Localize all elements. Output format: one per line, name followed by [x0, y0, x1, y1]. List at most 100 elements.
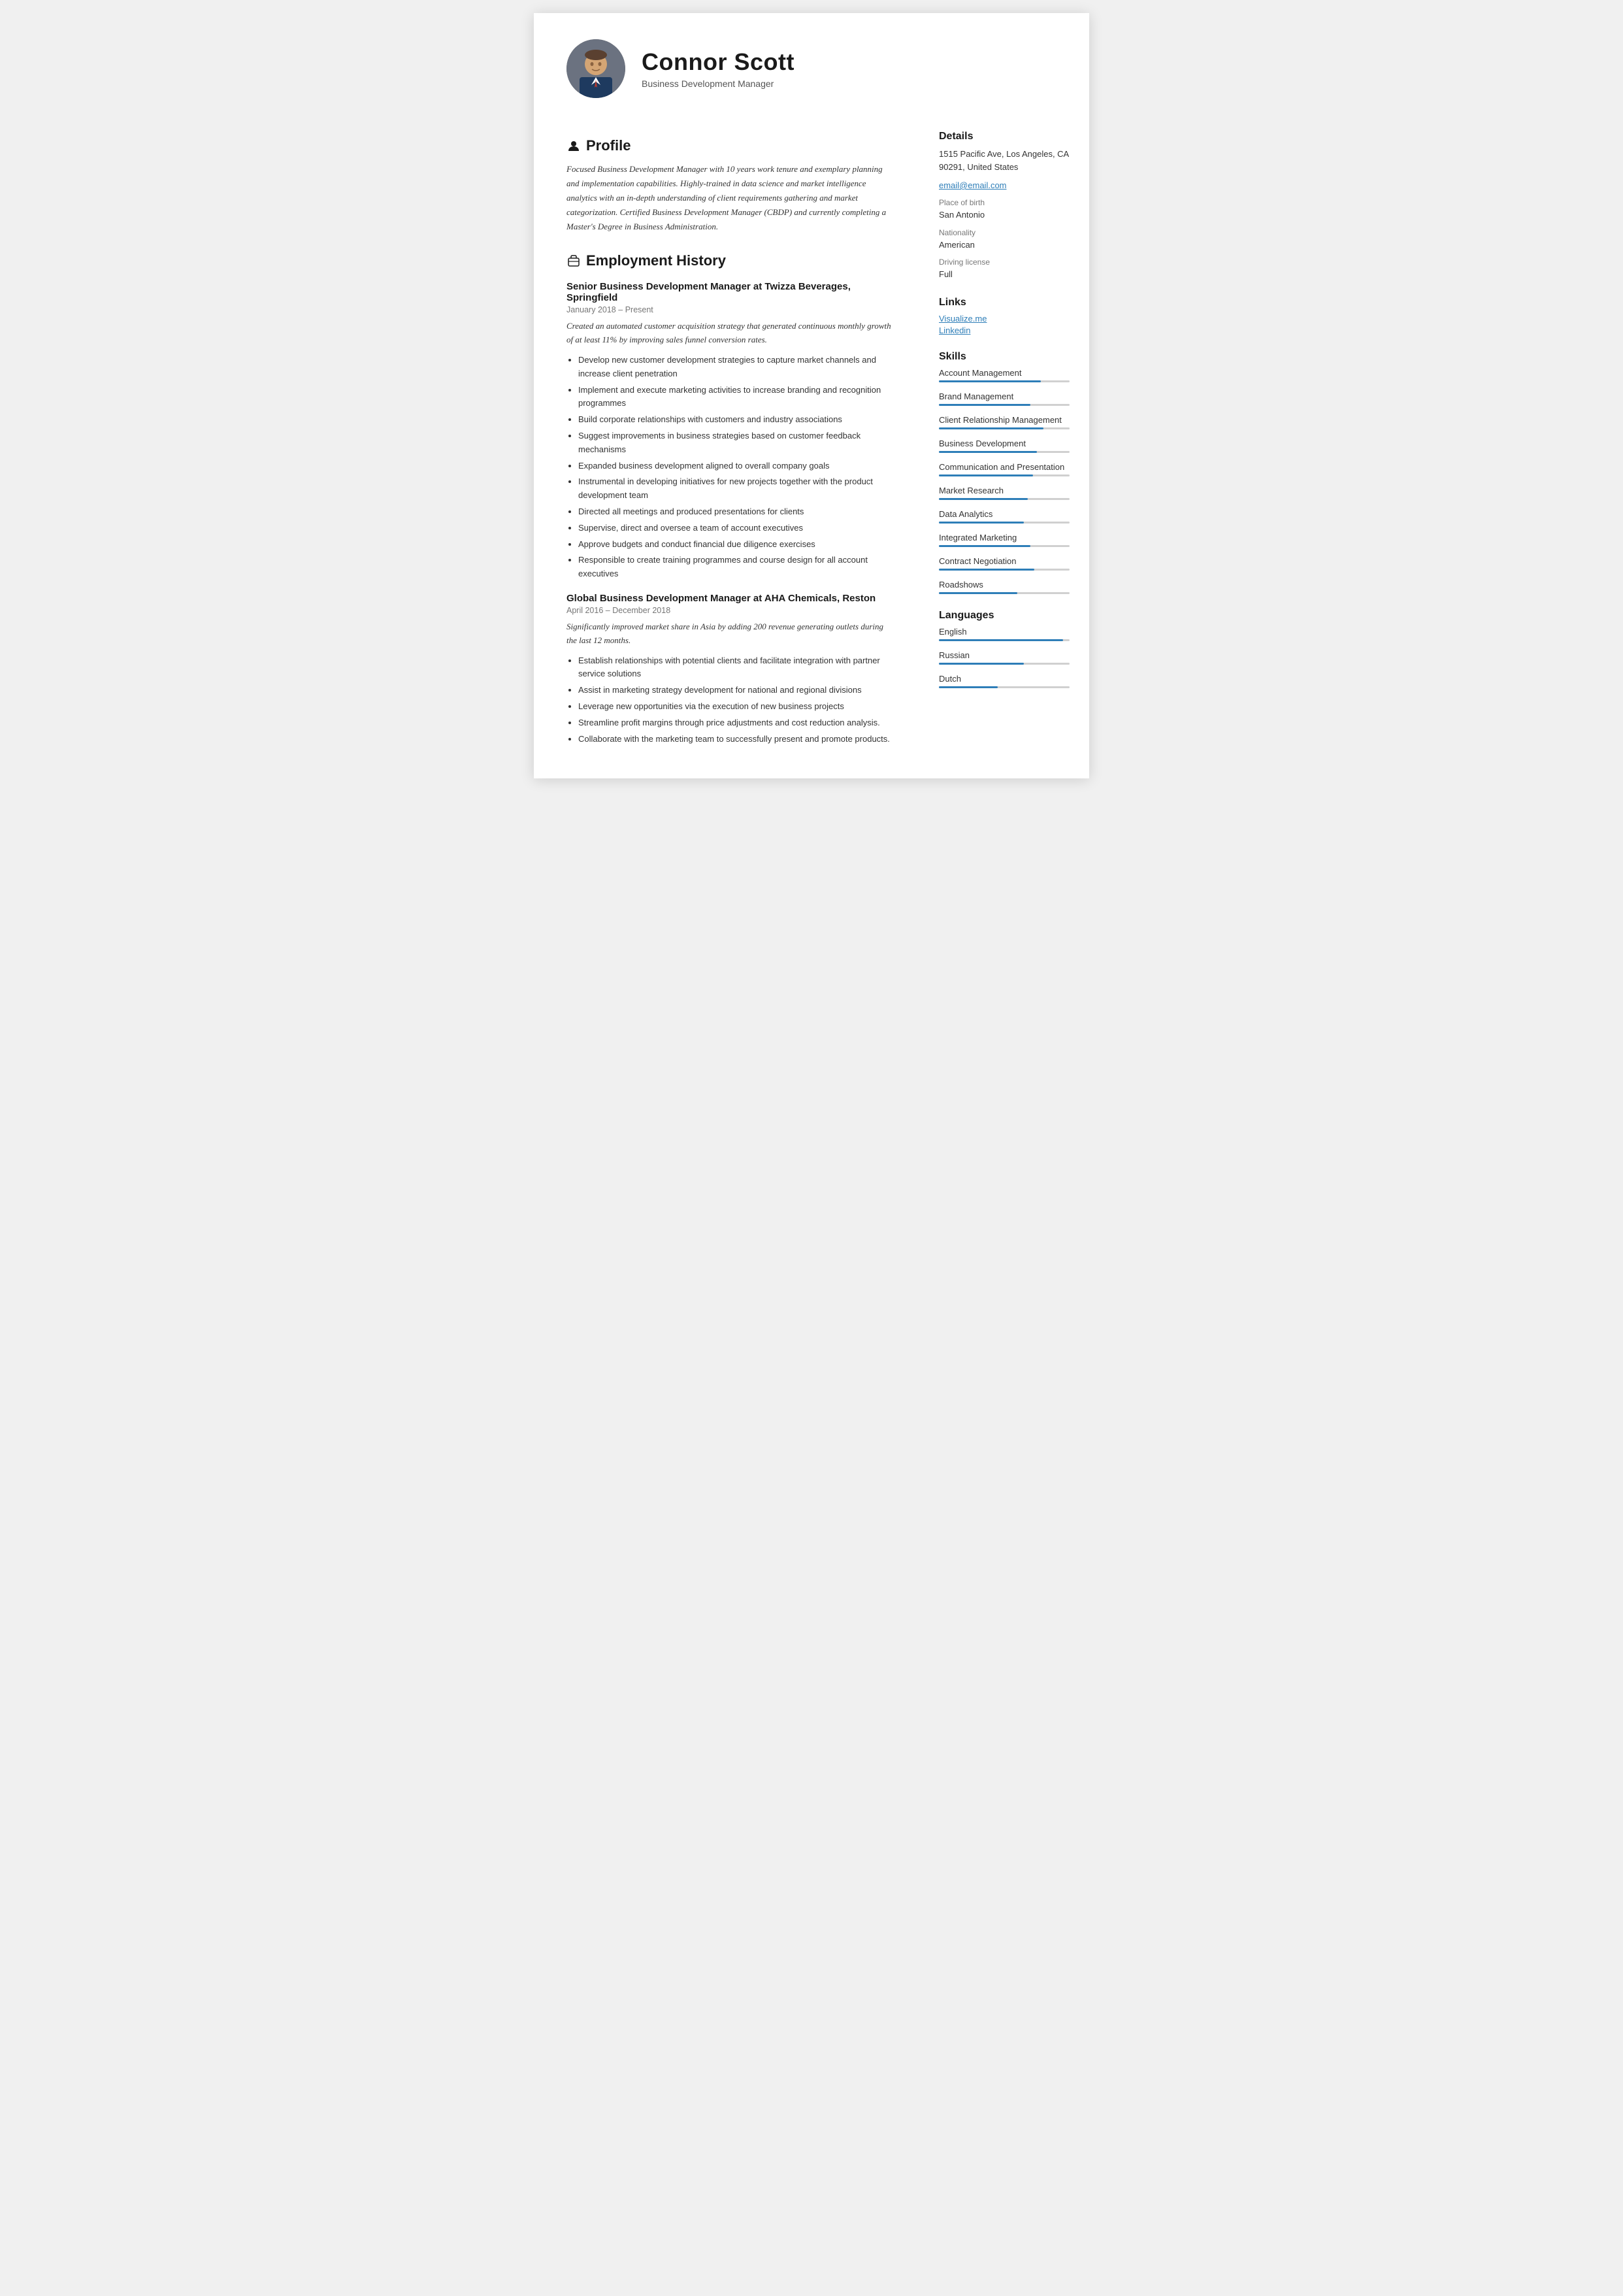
- email-link[interactable]: email@email.com: [939, 180, 1007, 190]
- bullet-item: Instrumental in developing initiatives f…: [578, 475, 893, 503]
- skill-bar-fill: [939, 569, 1034, 571]
- header-info: Connor Scott Business Development Manage…: [642, 48, 795, 89]
- skill-bar-fill: [939, 522, 1024, 524]
- resume-page: Connor Scott Business Development Manage…: [534, 13, 1089, 778]
- nationality: American: [939, 239, 1070, 252]
- skill-bar-bg: [939, 498, 1070, 500]
- lang-bar-bg: [939, 663, 1070, 665]
- skill-item: Business Development: [939, 439, 1070, 453]
- avatar: [566, 39, 625, 98]
- skill-item: Account Management: [939, 368, 1070, 382]
- employment-icon: [566, 254, 581, 268]
- lang-bar-fill: [939, 686, 998, 688]
- bullet-item: Develop new customer development strateg…: [578, 354, 893, 381]
- job-title-2: Global Business Development Manager at A…: [566, 593, 893, 604]
- bullet-item: Responsible to create training programme…: [578, 554, 893, 581]
- bullet-item: Suggest improvements in business strateg…: [578, 429, 893, 457]
- lang-item: Dutch: [939, 674, 1070, 688]
- skill-name: Business Development: [939, 439, 1070, 448]
- skill-bar-fill: [939, 427, 1043, 429]
- job-bullets-1: Develop new customer development strateg…: [566, 354, 893, 581]
- lang-bar-fill: [939, 639, 1063, 641]
- skill-bar-fill: [939, 404, 1030, 406]
- skill-bar-bg: [939, 474, 1070, 476]
- header: Connor Scott Business Development Manage…: [534, 13, 1089, 118]
- link-linkedin[interactable]: Linkedin: [939, 325, 1070, 335]
- link-visualize[interactable]: Visualize.me: [939, 314, 1070, 324]
- skill-name: Market Research: [939, 486, 1070, 495]
- skill-bar-bg: [939, 592, 1070, 594]
- job-dates-2: April 2016 – December 2018: [566, 606, 893, 615]
- lang-bar-bg: [939, 639, 1070, 641]
- place-of-birth: San Antonio: [939, 208, 1070, 222]
- left-column: Profile Focused Business Development Man…: [534, 118, 919, 778]
- profile-icon: [566, 139, 581, 153]
- lang-item: English: [939, 627, 1070, 641]
- nationality-label: Nationality: [939, 228, 1070, 237]
- job-entry-1: Senior Business Development Manager at T…: [566, 281, 893, 581]
- skill-name: Roadshows: [939, 580, 1070, 590]
- bullet-item: Establish relationships with potential c…: [578, 654, 893, 682]
- address: 1515 Pacific Ave, Los Angeles, CA 90291,…: [939, 148, 1070, 173]
- lang-bar-bg: [939, 686, 1070, 688]
- bullet-item: Directed all meetings and produced prese…: [578, 505, 893, 519]
- lang-name: English: [939, 627, 1070, 637]
- links-title: Links: [939, 297, 1070, 308]
- place-of-birth-label: Place of birth: [939, 198, 1070, 207]
- bullet-item: Supervise, direct and oversee a team of …: [578, 522, 893, 535]
- skill-item: Brand Management: [939, 391, 1070, 406]
- bullet-item: Approve budgets and conduct financial du…: [578, 538, 893, 552]
- skill-name: Client Relationship Management: [939, 415, 1070, 425]
- skill-bar-fill: [939, 545, 1030, 547]
- bullet-item: Build corporate relationships with custo…: [578, 413, 893, 427]
- job-summary-1: Created an automated customer acquisitio…: [566, 320, 893, 347]
- main-content: Profile Focused Business Development Man…: [534, 118, 1089, 778]
- driving-label: Driving license: [939, 258, 1070, 267]
- profile-title: Profile: [586, 137, 631, 154]
- lang-item: Russian: [939, 650, 1070, 665]
- skill-bar-bg: [939, 427, 1070, 429]
- skill-item: Contract Negotiation: [939, 556, 1070, 571]
- right-column: Details 1515 Pacific Ave, Los Angeles, C…: [919, 118, 1089, 778]
- skill-name: Data Analytics: [939, 509, 1070, 519]
- lang-name: Russian: [939, 650, 1070, 660]
- job-entry-2: Global Business Development Manager at A…: [566, 593, 893, 746]
- job-dates-1: January 2018 – Present: [566, 305, 893, 314]
- skill-name: Contract Negotiation: [939, 556, 1070, 566]
- lang-bar-fill: [939, 663, 1024, 665]
- driving: Full: [939, 268, 1070, 281]
- details-title: Details: [939, 131, 1070, 142]
- job-bullets-2: Establish relationships with potential c…: [566, 654, 893, 746]
- bullet-item: Expanded business development aligned to…: [578, 459, 893, 473]
- employment-title: Employment History: [586, 252, 726, 269]
- skill-bar-fill: [939, 592, 1017, 594]
- skill-bar-bg: [939, 404, 1070, 406]
- employment-section-header: Employment History: [566, 252, 893, 269]
- bullet-item: Leverage new opportunities via the execu…: [578, 700, 893, 714]
- skill-bar-bg: [939, 569, 1070, 571]
- skill-bar-fill: [939, 498, 1028, 500]
- skill-item: Market Research: [939, 486, 1070, 500]
- bullet-item: Collaborate with the marketing team to s…: [578, 733, 893, 746]
- skill-bar-fill: [939, 380, 1041, 382]
- job-summary-2: Significantly improved market share in A…: [566, 620, 893, 648]
- candidate-title: Business Development Manager: [642, 78, 795, 89]
- skill-name: Integrated Marketing: [939, 533, 1070, 542]
- skill-name: Brand Management: [939, 391, 1070, 401]
- skill-name: Account Management: [939, 368, 1070, 378]
- job-title-1: Senior Business Development Manager at T…: [566, 281, 893, 303]
- skill-item: Client Relationship Management: [939, 415, 1070, 429]
- skill-bar-fill: [939, 474, 1033, 476]
- skill-item: Roadshows: [939, 580, 1070, 594]
- skill-bar-bg: [939, 451, 1070, 453]
- skill-item: Communication and Presentation: [939, 462, 1070, 476]
- lang-name: Dutch: [939, 674, 1070, 684]
- skill-bar-fill: [939, 451, 1037, 453]
- skill-item: Data Analytics: [939, 509, 1070, 524]
- languages-title: Languages: [939, 610, 1070, 622]
- skill-bar-bg: [939, 380, 1070, 382]
- skill-bar-bg: [939, 545, 1070, 547]
- candidate-name: Connor Scott: [642, 48, 795, 76]
- skill-name: Communication and Presentation: [939, 462, 1070, 472]
- skills-title: Skills: [939, 351, 1070, 363]
